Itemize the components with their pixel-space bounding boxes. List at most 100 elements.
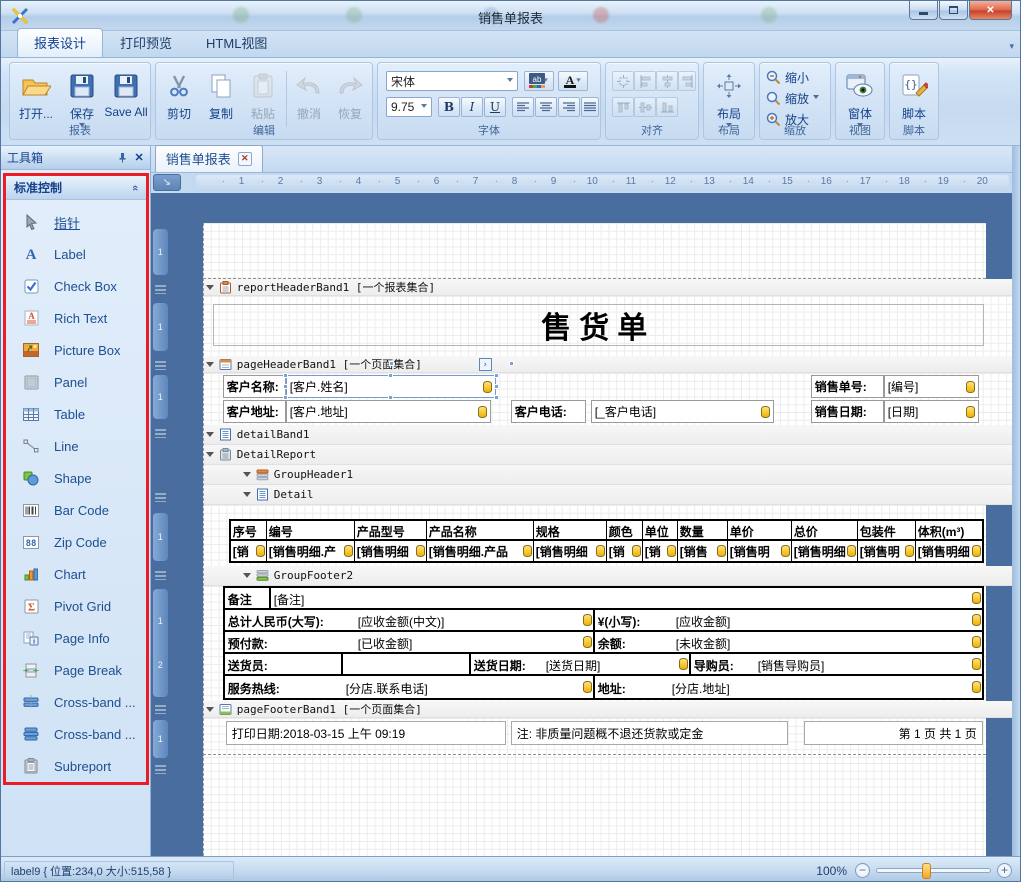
band-drag-grip[interactable] (155, 571, 166, 580)
report-page[interactable]: reportHeaderBand1 [一个报表集合] 售货单 pageHeade… (203, 193, 1012, 856)
band-collapse-arrow[interactable] (243, 573, 251, 582)
band-collapse-arrow[interactable] (243, 472, 251, 481)
underline-button[interactable]: U (484, 97, 506, 117)
toolbox-item-bar-code[interactable]: Bar Code (6, 494, 146, 526)
hotline-label[interactable]: 服务热线: (225, 676, 343, 698)
zoom-out-button[interactable]: 缩小 (766, 69, 819, 86)
cell-spec-field[interactable]: [销售明细 (534, 541, 607, 561)
col-header-volume[interactable]: 体积(m³) (916, 521, 982, 539)
band-collapse-arrow[interactable] (206, 707, 214, 716)
band-drag-grip[interactable] (155, 493, 166, 502)
total-num-field[interactable]: [应收金额] (673, 610, 982, 630)
detail-content[interactable]: 序号 编号 产品型号 产品名称 规格 颜色 单位 数量 单价 总价 包装件 (203, 505, 986, 566)
sale-no-label[interactable]: 销售单号: (811, 375, 884, 398)
band-page-header[interactable]: pageHeaderBand1 [一个页面集合] › (203, 356, 1012, 373)
band-drag-grip[interactable] (155, 765, 166, 774)
customer-address-label[interactable]: 客户地址: (223, 400, 286, 423)
toolbox-section-standard-controls[interactable]: 标准控制 « (6, 176, 146, 200)
total-cn-label[interactable]: 总计人民币(大写): (225, 610, 355, 630)
total-cn-field[interactable]: [应收金额(中文)] (355, 610, 595, 630)
redo-button[interactable]: 恢复 (330, 69, 370, 122)
maximize-button[interactable] (939, 1, 968, 20)
zoom-in-slider-button[interactable]: + (997, 863, 1012, 878)
highlight-color-button[interactable]: ab (524, 71, 554, 91)
cell-package-field[interactable]: [销售明 (858, 541, 916, 561)
selection-handle[interactable] (283, 395, 288, 400)
band-collapse-arrow[interactable] (206, 452, 214, 461)
page-header-content[interactable]: 客户名称: [客户.姓名] 销售单号: [编号] 客户地址: (203, 373, 1012, 425)
col-header-seq[interactable]: 序号 (231, 521, 267, 539)
balance-field[interactable]: [未收金额] (673, 632, 982, 652)
band-collapse-arrow[interactable] (243, 492, 251, 501)
save-button[interactable]: 保存 (60, 69, 104, 130)
col-header-total-price[interactable]: 总价 (792, 521, 858, 539)
band-collapse-arrow[interactable] (206, 432, 214, 441)
cell-code-field[interactable]: [销售明细.产 (267, 541, 355, 561)
document-tab-close-icon[interactable]: ✕ (238, 152, 252, 166)
zoom-menu-button[interactable]: 缩放 (766, 90, 819, 107)
footer-note-label[interactable]: 注: 非质量问题概不退还货款或定金 (511, 721, 788, 745)
col-header-spec[interactable]: 规格 (534, 521, 607, 539)
remark-label[interactable]: 备注 (225, 588, 271, 608)
band-report-header[interactable]: reportHeaderBand1 [一个报表集合] (203, 279, 1012, 296)
font-size-combobox[interactable]: 9.75 (386, 97, 432, 117)
save-all-button[interactable]: Save All (102, 69, 150, 119)
cell-volume-field[interactable]: [销售明细 (916, 541, 982, 561)
summary-table[interactable]: 备注 [备注] 总计人民币(大写): [应收金额(中文)] ¥(小写): [应收… (223, 586, 984, 700)
deliverer-field[interactable] (343, 654, 471, 674)
tab-html-view[interactable]: HTML视图 (189, 28, 284, 57)
col-header-color[interactable]: 颜色 (607, 521, 643, 539)
cell-color-field[interactable]: [销 (607, 541, 643, 561)
toolbox-item-table[interactable]: Table (6, 398, 146, 430)
selection-handle[interactable] (283, 384, 288, 389)
report-header-content[interactable]: 售货单 (203, 296, 1012, 356)
toolbox-item-zip-code[interactable]: 88 Zip Code (6, 526, 146, 558)
align-middles-button[interactable] (634, 97, 656, 117)
font-name-combobox[interactable]: 宋体 (386, 71, 518, 91)
band-detail-report[interactable]: DetailReport (203, 445, 1012, 465)
undo-button[interactable]: 撤消 (289, 69, 329, 122)
align-justify-button[interactable] (581, 97, 599, 117)
hotline-field[interactable]: [分店.联系电话] (343, 676, 595, 698)
align-center-button[interactable] (535, 97, 557, 117)
band-detail[interactable]: Detail (203, 485, 1012, 505)
smart-tag-button[interactable]: › (479, 358, 492, 371)
pin-icon[interactable] (117, 152, 128, 163)
band-detail-band1[interactable]: detailBand1 (203, 425, 1012, 445)
col-header-model[interactable]: 产品型号 (355, 521, 427, 539)
detail-table[interactable]: 序号 编号 产品型号 产品名称 规格 颜色 单位 数量 单价 总价 包装件 (229, 519, 984, 563)
document-tab[interactable]: 销售单报表 ✕ (155, 145, 263, 172)
branch-address-label[interactable]: 地址: (595, 676, 669, 698)
selection-handle[interactable] (388, 395, 393, 400)
layout-button[interactable]: 布局 (708, 69, 750, 130)
page-number-label[interactable]: 第 1 页 共 1 页 (804, 721, 983, 745)
selection-handle[interactable] (388, 373, 393, 378)
ruler-corner-button[interactable]: ↘ (153, 174, 181, 191)
snap-to-grid-button[interactable] (612, 71, 634, 91)
sale-no-field[interactable]: [编号] (884, 375, 979, 398)
toolbox-item-chart[interactable]: Chart (6, 558, 146, 590)
guide-field[interactable]: [销售导购员] (755, 654, 982, 674)
delivery-date-label[interactable]: 送货日期: (471, 654, 543, 674)
toolbox-item-panel[interactable]: Panel (6, 366, 146, 398)
col-header-unit[interactable]: 单位 (643, 521, 678, 539)
italic-button[interactable]: I (461, 97, 483, 117)
customer-address-field[interactable]: [客户.地址] (286, 400, 491, 423)
align-left-button[interactable] (512, 97, 534, 117)
toolbox-item-shape[interactable]: Shape (6, 462, 146, 494)
close-button[interactable]: ✕ (969, 1, 1012, 20)
report-title-label[interactable]: 售货单 (213, 304, 984, 346)
align-lefts-button[interactable] (634, 71, 656, 91)
copy-button[interactable]: 复制 (202, 69, 240, 122)
zoom-slider-track[interactable] (876, 868, 991, 873)
ribbon-overflow-chevron-icon[interactable]: ▾ (1009, 41, 1014, 52)
toolbox-item-label[interactable]: A Label (6, 238, 146, 270)
selection-handle[interactable] (283, 373, 288, 378)
sale-date-label[interactable]: 销售日期: (811, 400, 884, 423)
toolbox-item-checkbox[interactable]: Check Box (6, 270, 146, 302)
paste-button[interactable]: 粘贴 (244, 69, 282, 122)
delivery-date-field[interactable]: [送货日期] (543, 654, 691, 674)
selection-handle[interactable] (494, 373, 499, 378)
tab-print-preview[interactable]: 打印预览 (103, 28, 189, 57)
align-tops-button[interactable] (612, 97, 634, 117)
